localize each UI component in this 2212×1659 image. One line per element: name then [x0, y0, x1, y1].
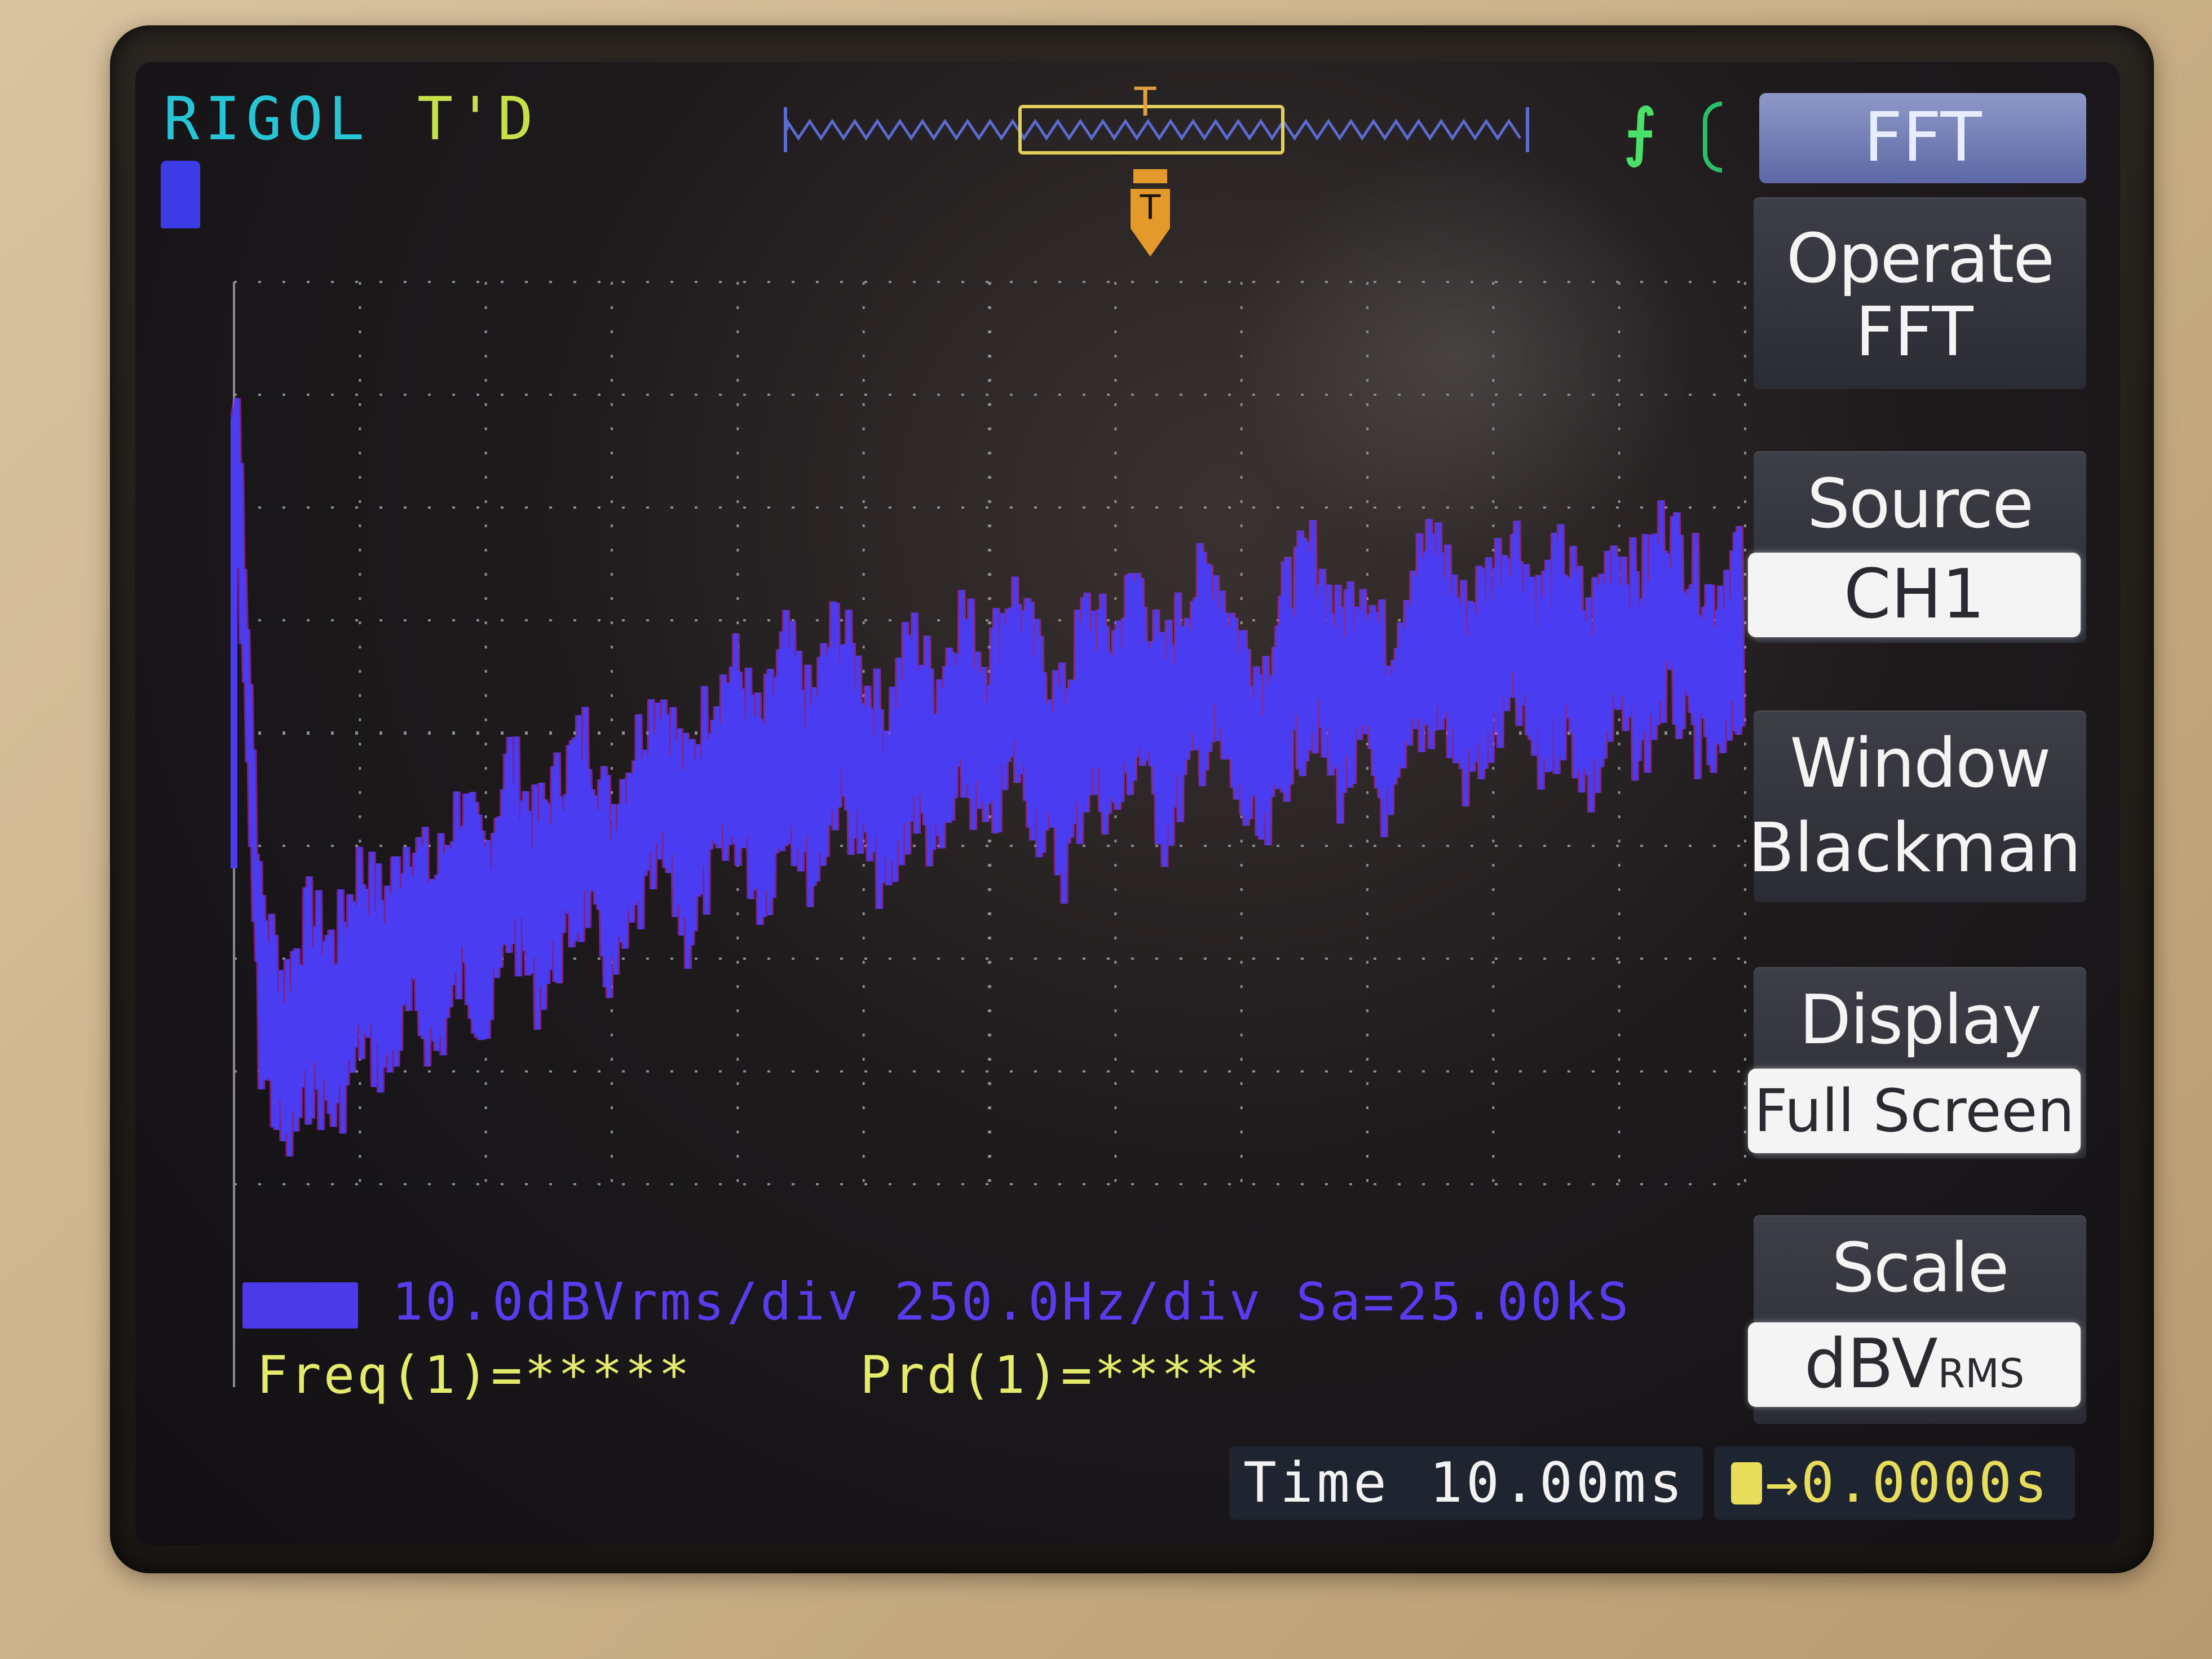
menu-source-label: Source [1807, 465, 2034, 544]
trigger-offset-value: 0.0000s [1801, 1451, 2050, 1515]
menu-operate-value: FFT [1855, 293, 1973, 372]
math-scale-text: 10.0dBVrms/div 250.0Hz/div Sa=25.00kS [392, 1272, 1631, 1332]
channel-indicator-icon [1703, 102, 1722, 173]
menu-source-button[interactable]: Source CH1 [1748, 451, 2086, 643]
menu-window-value: Blackman [1748, 809, 2082, 888]
menu-scale-value-main: dBV [1804, 1325, 1938, 1404]
menu-display-label: Display [1799, 981, 2042, 1060]
trigger-position-label: T [1133, 79, 1158, 125]
fft-spectrum-plot [230, 281, 1746, 1387]
time-value: 10.00ms [1429, 1451, 1686, 1515]
brand-logo: RIGOL [164, 85, 370, 153]
arrow-right-icon: → [1765, 1451, 1802, 1515]
period-measurement: Prd(1)=***** [860, 1345, 1262, 1405]
rising-edge-trigger-icon: ⨍ [1624, 96, 1657, 168]
trigger-position-marker-icon[interactable]: T [1125, 164, 1176, 259]
trigger-offset-icon [1731, 1462, 1762, 1504]
waveform-grid [228, 276, 1751, 1438]
oscilloscope-display: RIGOL T'D T T ⨍ 10.0dBVrms/div 250.0Hz/d… [135, 62, 2120, 1545]
menu-scale-button[interactable]: Scale dBVRMS [1748, 1215, 2086, 1424]
menu-operate-button[interactable]: Operate FFT [1754, 197, 2086, 389]
menu-window-label: Window [1790, 725, 2051, 803]
svg-text:T: T [1140, 188, 1161, 227]
menu-scale-value-suffix: RMS [1937, 1351, 2025, 1397]
menu-display-value: Full Screen [1748, 1069, 2081, 1153]
softkey-menu: FFT Operate FFT Source CH1 Window Blackm… [1748, 82, 2109, 1429]
menu-scale-label: Scale [1831, 1229, 2010, 1308]
math-channel-level-icon[interactable] [161, 161, 200, 228]
menu-display-button[interactable]: Display Full Screen [1748, 967, 2086, 1159]
frequency-measurement: Freq(1)=***** [257, 1345, 692, 1405]
menu-scale-value: dBVRMS [1748, 1322, 2081, 1407]
timebase-readout: Time 10.00ms [1229, 1446, 1703, 1520]
math-channel-badge [242, 1282, 358, 1329]
menu-operate-label: Operate [1786, 220, 2055, 298]
trigger-status: T'D [417, 85, 538, 153]
time-label: Time [1243, 1451, 1390, 1515]
trigger-offset-readout: → 0.0000s [1714, 1446, 2075, 1520]
menu-source-value: CH1 [1748, 553, 2081, 637]
menu-window-button[interactable]: Window Blackman [1748, 711, 2086, 902]
math-scale-readout: 10.0dBVrms/div 250.0Hz/div Sa=25.00kS [242, 1272, 1631, 1332]
fft-trace [232, 398, 1744, 1157]
menu-title-fft: FFT [1759, 93, 2086, 183]
